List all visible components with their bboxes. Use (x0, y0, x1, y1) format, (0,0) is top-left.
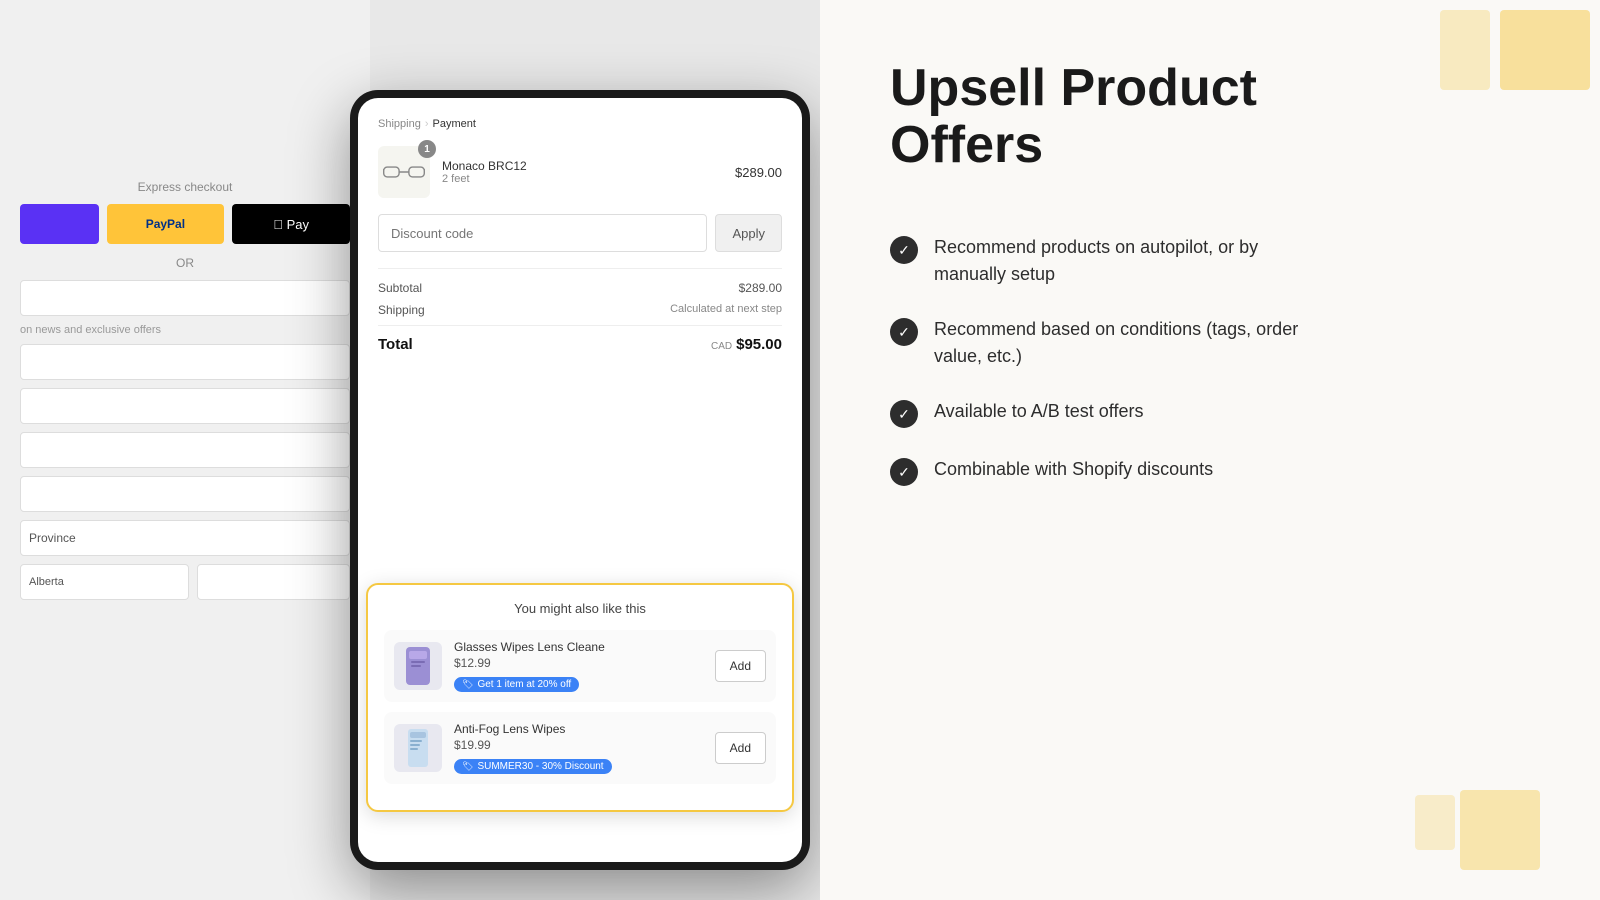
feature-text-3: Available to A/B test offers (934, 398, 1143, 425)
total-value: $95.00 (736, 336, 782, 353)
product-info: Monaco BRC12 2 feet (442, 159, 723, 185)
btn-purple (20, 204, 99, 244)
tablet-screen: Shipping › Payment (358, 98, 802, 862)
feature-text-1: Recommend products on autopilot, or by m… (934, 234, 1334, 288)
feature-item-3: ✓ Available to A/B test offers (890, 398, 1530, 428)
deco-rect-3 (1460, 790, 1540, 870)
deco-bottom-right (1420, 770, 1540, 870)
feature-item-1: ✓ Recommend products on autopilot, or by… (890, 234, 1530, 288)
upsell-item-1-tag-text: Get 1 item at 20% off (477, 679, 571, 690)
deco-rect-4 (1415, 795, 1455, 850)
apple-pay-logo:  Pay (273, 217, 309, 232)
deco-rect-1 (1500, 10, 1590, 90)
background-form: Express checkout PayPal  Pay OR on news… (0, 0, 370, 900)
news-opt-in-text: on news and exclusive offers (20, 324, 350, 336)
breadcrumb-shipping: Shipping (378, 118, 421, 130)
deco-top-right (1440, 0, 1600, 120)
total-amount: CAD $95.00 (711, 336, 782, 353)
features-list: ✓ Recommend products on autopilot, or by… (890, 234, 1530, 486)
country-select: Alberta (20, 564, 189, 600)
city-field (20, 432, 350, 468)
address-field (20, 344, 350, 380)
upsell-item-2-name: Anti-Fog Lens Wipes (454, 722, 703, 736)
feature-item-4: ✓ Combinable with Shopify discounts (890, 456, 1530, 486)
upsell-item-1-add-button[interactable]: Add (715, 650, 766, 682)
deco-rect-2 (1440, 10, 1490, 90)
title-line-1: Upsell Product (890, 59, 1257, 117)
glasses-icon (383, 161, 425, 183)
tablet-content: Shipping › Payment (358, 98, 802, 862)
check-icon-2: ✓ (890, 318, 918, 346)
subtotal-row: Subtotal $289.00 (378, 281, 782, 295)
province-label: Province (29, 531, 76, 545)
check-icon-1: ✓ (890, 236, 918, 264)
lens-cleaner-icon (400, 645, 436, 687)
product-image-wrap: 1 (378, 146, 430, 198)
btn-apple-pay:  Pay (232, 204, 350, 244)
breadcrumb-payment: Payment (433, 118, 476, 130)
shipping-row: Shipping Calculated at next step (378, 303, 782, 317)
upsell-item-2-info: Anti-Fog Lens Wipes $19.99 🏷 SUMMER30 - … (454, 722, 703, 774)
upsell-popup: You might also like this G (366, 583, 794, 812)
btn-paypal: PayPal (107, 204, 225, 244)
product-row: 1 Monaco BRC12 2 feet $289.00 (378, 146, 782, 198)
upsell-item-1: Glasses Wipes Lens Cleane $12.99 🏷 Get 1… (384, 630, 776, 702)
upsell-item-2-tag: 🏷 SUMMER30 - 30% Discount (454, 759, 612, 774)
upsell-item-1-image (394, 642, 442, 690)
main-title: Upsell Product Offers (890, 60, 1310, 174)
product-badge: 1 (418, 140, 436, 158)
express-buttons: PayPal  Pay (20, 204, 350, 244)
or-divider: OR (20, 256, 350, 270)
totals-section: Subtotal $289.00 Shipping Calculated at … (378, 268, 782, 353)
grand-total-row: Total CAD $95.00 (378, 325, 782, 353)
tag-icon-1: 🏷 (462, 679, 473, 690)
title-line-2: Offers (890, 116, 1043, 174)
total-currency: CAD (711, 341, 732, 352)
tag-icon-2: 🏷 (462, 761, 473, 772)
upsell-item-1-price: $12.99 (454, 656, 703, 670)
subtotal-label: Subtotal (378, 281, 422, 295)
feature-text-4: Combinable with Shopify discounts (934, 456, 1213, 483)
fog-wipes-icon (400, 727, 436, 769)
discount-code-input[interactable] (378, 214, 707, 252)
discount-row[interactable]: Apply (378, 214, 782, 252)
product-price: $289.00 (735, 165, 782, 180)
apply-button[interactable]: Apply (715, 214, 782, 252)
breadcrumb-chevron: › (425, 118, 429, 130)
shipping-label: Shipping (378, 303, 425, 317)
feature-text-2: Recommend based on conditions (tags, ord… (934, 316, 1334, 370)
upsell-item-2-image (394, 724, 442, 772)
paypal-logo: PayPal (146, 217, 185, 231)
upsell-item-2: Anti-Fog Lens Wipes $19.99 🏷 SUMMER30 - … (384, 712, 776, 784)
express-checkout-label: Express checkout (20, 180, 350, 194)
name-field (20, 280, 350, 316)
postal-field (197, 564, 350, 600)
upsell-item-2-price: $19.99 (454, 738, 703, 752)
product-variant: 2 feet (442, 173, 723, 185)
province-select: Province (20, 520, 350, 556)
upsell-item-1-name: Glasses Wipes Lens Cleane (454, 640, 703, 654)
check-icon-4: ✓ (890, 458, 918, 486)
upsell-item-2-add-button[interactable]: Add (715, 732, 766, 764)
shipping-value: Calculated at next step (670, 303, 782, 317)
upsell-title: You might also like this (384, 601, 776, 616)
check-icon-3: ✓ (890, 400, 918, 428)
feature-item-2: ✓ Recommend based on conditions (tags, o… (890, 316, 1530, 370)
upsell-item-1-tag: 🏷 Get 1 item at 20% off (454, 677, 579, 692)
address2-field (20, 388, 350, 424)
subtotal-value: $289.00 (739, 281, 782, 295)
right-panel: Upsell Product Offers ✓ Recommend produc… (820, 0, 1600, 900)
left-panel: Express checkout PayPal  Pay OR on news… (0, 0, 820, 900)
breadcrumb: Shipping › Payment (378, 118, 782, 130)
tablet-device: Shipping › Payment (350, 90, 810, 870)
upsell-item-1-info: Glasses Wipes Lens Cleane $12.99 🏷 Get 1… (454, 640, 703, 692)
lastname-field (20, 476, 350, 512)
product-name: Monaco BRC12 (442, 159, 723, 173)
upsell-item-2-tag-text: SUMMER30 - 30% Discount (477, 761, 603, 772)
total-label: Total (378, 336, 413, 353)
